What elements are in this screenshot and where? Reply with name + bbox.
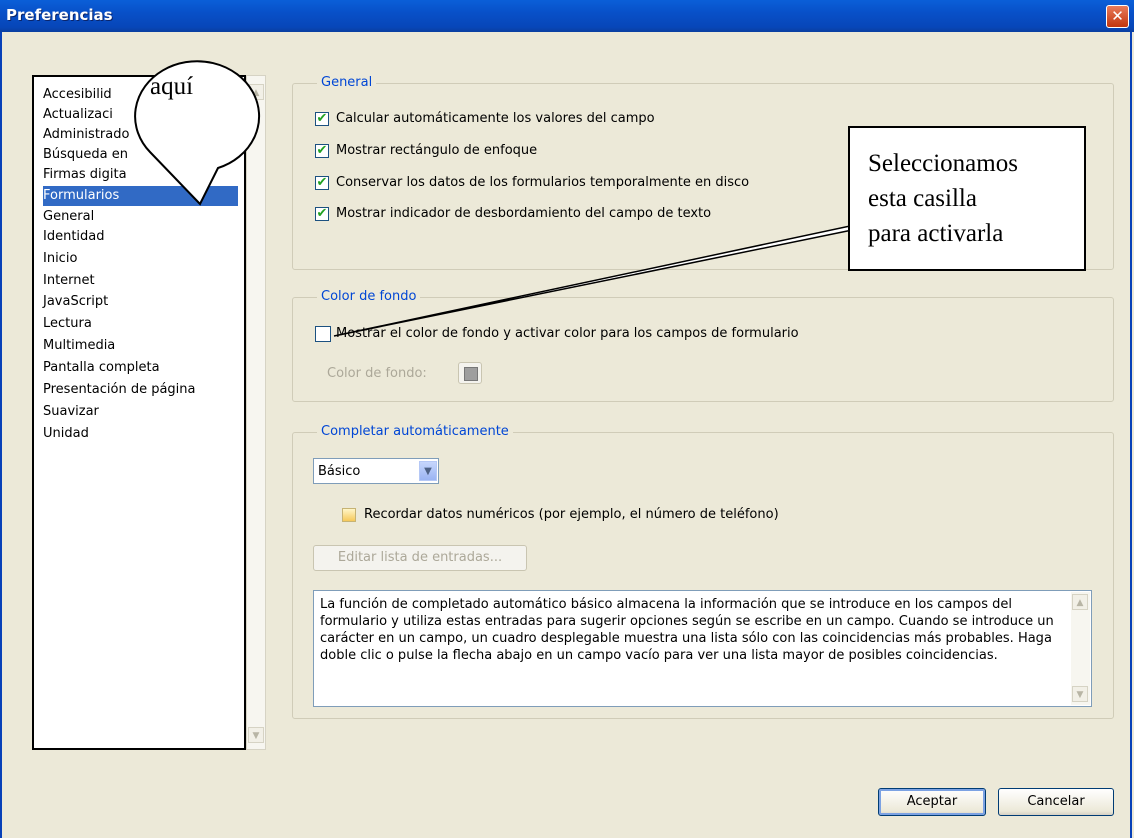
- instruction-line: para activarla: [868, 220, 1004, 247]
- instruction-line: esta casilla: [868, 185, 977, 212]
- instruction-callout-text: Seleccionamos esta casilla para activarl…: [868, 146, 1018, 251]
- callout-here-text: aquí: [150, 73, 194, 100]
- instruction-callout: Seleccionamos esta casilla para activarl…: [848, 126, 1086, 271]
- instruction-line: Seleccionamos: [868, 150, 1018, 177]
- pointer-line-shape: [333, 225, 863, 337]
